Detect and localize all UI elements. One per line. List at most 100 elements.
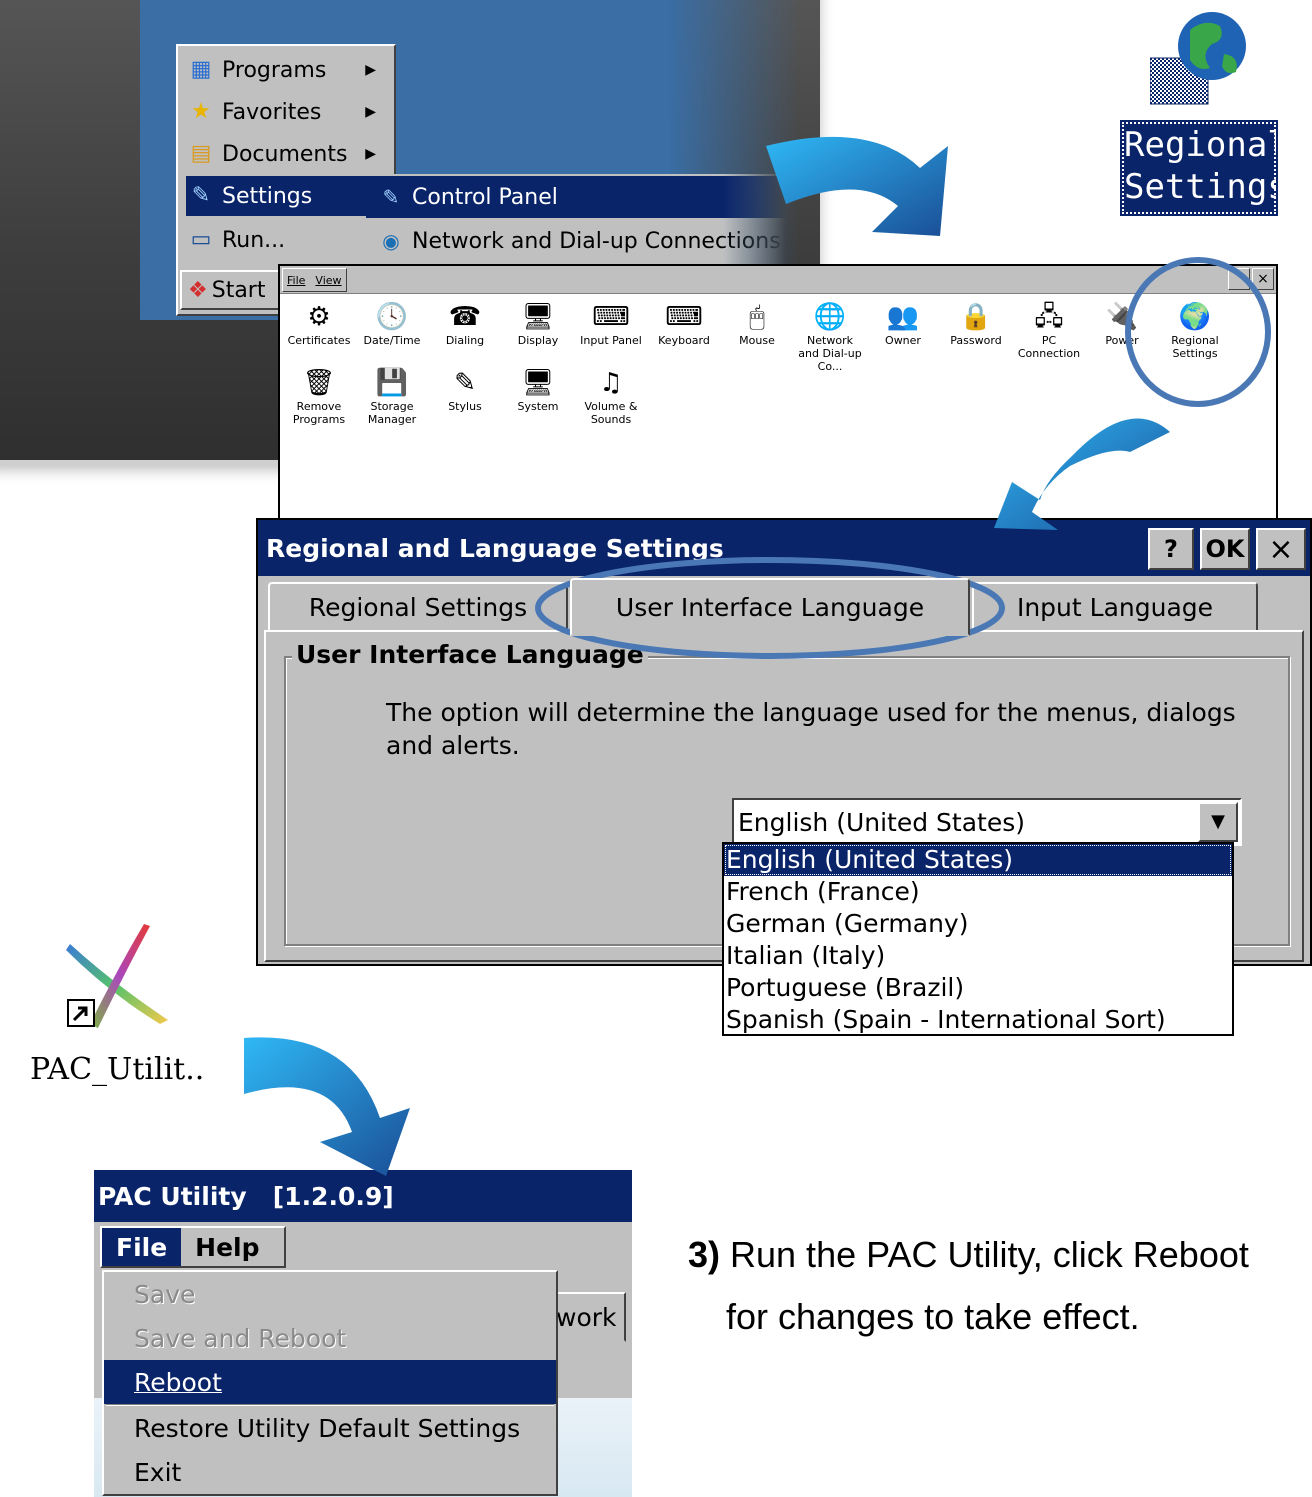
- control-panel-item-icon: 🔒: [959, 302, 993, 332]
- control-panel-item[interactable]: 🕓 Date/Time: [357, 300, 427, 347]
- control-panel-item-icon: ⌨: [592, 302, 630, 332]
- control-panel-item-label: PC Connection: [1017, 334, 1081, 360]
- menu-item-programs[interactable]: ▦ Programs ▶: [186, 50, 386, 90]
- control-panel-item[interactable]: ♫ Volume & Sounds: [576, 366, 646, 426]
- regional-settings-globe-icon[interactable]: [1149, 10, 1250, 110]
- pac-title: PAC Utility [1.2.0.9]: [98, 1181, 394, 1211]
- settings-submenu: ✎ Control Panel ◉ Network and Dial-up Co…: [366, 174, 786, 264]
- control-panel-item-label: Keyboard: [658, 334, 710, 347]
- pac-menubar: File Help: [100, 1226, 286, 1268]
- tab-regional-settings[interactable]: Regional Settings: [268, 582, 568, 632]
- dropdown-arrow-icon[interactable]: ▼: [1198, 802, 1238, 842]
- control-panel-item[interactable]: ⌨ Keyboard: [649, 300, 719, 347]
- control-panel-item-icon: 🖥: [521, 368, 555, 398]
- submenu-item-label: Network and Dial-up Connections: [412, 228, 781, 254]
- pac-utility-shortcut-icon[interactable]: [64, 924, 174, 1034]
- menu-file[interactable]: File: [287, 274, 305, 287]
- control-panel-item-icon: 🔌: [1105, 302, 1139, 332]
- control-panel-item[interactable]: 🖥 Display: [503, 300, 573, 347]
- language-option[interactable]: Spanish (Spain - International Sort): [724, 1004, 1232, 1036]
- menu-item-label: Run...: [222, 227, 286, 253]
- control-panel-item-label: Remove Programs: [292, 400, 346, 426]
- instruction-text: 3) Run the PAC Utility, click Reboot for…: [688, 1224, 1308, 1348]
- control-panel-item[interactable]: 🌐 Network and Dial-up Co...: [795, 300, 865, 373]
- control-panel-item-label: Storage Manager: [367, 400, 417, 426]
- control-panel-item[interactable]: ✎ Stylus: [430, 366, 500, 413]
- language-option[interactable]: Italian (Italy): [724, 940, 1232, 972]
- run-icon: ▭: [190, 227, 212, 252]
- control-panel-item-icon: 👥: [886, 302, 920, 332]
- documents-icon: ▤: [190, 141, 212, 166]
- ok-button[interactable]: OK: [1200, 528, 1250, 570]
- pac-titlebar: PAC Utility [1.2.0.9]: [94, 1170, 632, 1222]
- menu-item-favorites[interactable]: ★ Favorites ▶: [186, 92, 386, 132]
- control-panel-item[interactable]: ☎ Dialing: [430, 300, 500, 347]
- label-line-2: Settings: [1124, 167, 1288, 207]
- regional-settings-label[interactable]: Regional Settings: [1120, 120, 1288, 216]
- pac-shortcut-label[interactable]: PAC_Utilit..: [30, 1052, 240, 1087]
- control-panel-item[interactable]: 👥 Owner: [868, 300, 938, 347]
- menu-item-label: Favorites: [222, 99, 322, 125]
- menu-item-restore-defaults[interactable]: Restore Utility Default Settings: [104, 1406, 556, 1450]
- menu-view[interactable]: View: [315, 274, 341, 287]
- control-panel-item-label: Power: [1105, 334, 1139, 347]
- arrow-to-pac-window: [244, 1037, 410, 1176]
- submenu-item-network[interactable]: ◉ Network and Dial-up Connections: [366, 220, 786, 262]
- menu-item-settings[interactable]: ✎ Settings: [186, 176, 366, 216]
- control-panel-item-icon: 🌐: [813, 302, 847, 332]
- menu-item-reboot[interactable]: Reboot: [104, 1360, 556, 1404]
- tab-input-language[interactable]: Input Language: [972, 582, 1258, 632]
- start-button[interactable]: ❖ Start: [180, 270, 280, 310]
- control-panel-item[interactable]: 🖱 Mouse: [722, 300, 792, 347]
- menu-item-save-and-reboot: Save and Reboot: [134, 1323, 347, 1353]
- language-option[interactable]: German (Germany): [724, 908, 1232, 940]
- submenu-item-control-panel[interactable]: ✎ Control Panel: [366, 176, 786, 218]
- control-panel-item-icon: 💾: [375, 368, 409, 398]
- control-panel-item[interactable]: 🗑 Remove Programs: [284, 366, 354, 426]
- language-option[interactable]: Portuguese (Brazil): [724, 972, 1232, 1004]
- control-panel-item[interactable]: 🖥 System: [503, 366, 573, 413]
- control-panel-item[interactable]: 💾 Storage Manager: [357, 366, 427, 426]
- instruction-line-2: for changes to take effect.: [726, 1296, 1140, 1337]
- control-panel-menubar: File View ×: [280, 266, 1276, 294]
- control-panel-item-label: Date/Time: [363, 334, 421, 347]
- language-option[interactable]: French (France): [724, 876, 1232, 908]
- close-button[interactable]: ×: [1252, 268, 1274, 290]
- network-icon: ◉: [382, 229, 400, 253]
- menu-help[interactable]: Help: [181, 1228, 273, 1266]
- label-line-1: Regional: [1124, 125, 1288, 165]
- maximize-button[interactable]: [1228, 268, 1250, 290]
- control-panel-item-label: Mouse: [739, 334, 775, 347]
- control-panel-item-icon: 🖱: [749, 302, 765, 332]
- control-panel-item[interactable]: ⚙ Certificates: [284, 300, 354, 347]
- control-panel-item-label: Certificates: [287, 334, 351, 347]
- pac-utility-window: PAC Utility [1.2.0.9] File Help work Sav…: [94, 1170, 632, 1497]
- submenu-arrow-icon: ▶: [365, 62, 376, 78]
- favorites-star-icon: ★: [191, 99, 211, 124]
- help-button[interactable]: ?: [1148, 528, 1194, 570]
- control-panel-item-label: Volume & Sounds: [584, 400, 638, 426]
- menu-file[interactable]: File: [102, 1228, 182, 1266]
- control-panel-item-icon: ♫: [599, 368, 623, 398]
- instruction-line-1: Run the PAC Utility, click Reboot: [720, 1234, 1249, 1275]
- menu-item-label: Programs: [222, 57, 327, 83]
- control-panel-item[interactable]: 🔌 Power: [1087, 300, 1157, 347]
- menu-item-documents[interactable]: ▤ Documents ▶: [186, 134, 386, 174]
- menu-item-exit[interactable]: Exit: [104, 1450, 556, 1494]
- control-panel-item-icon: ✎: [454, 368, 476, 398]
- description-text: The option will determine the language u…: [386, 698, 1236, 760]
- language-select[interactable]: English (United States) ▼: [732, 798, 1242, 846]
- language-option[interactable]: English (United States): [724, 844, 1232, 876]
- control-panel-item[interactable]: 🌍 Regional Settings: [1160, 300, 1230, 360]
- control-panel-item-icon: ☎: [448, 302, 482, 332]
- step-number: 3): [688, 1234, 721, 1275]
- control-panel-item[interactable]: ⌨ Input Panel: [576, 300, 646, 347]
- control-panel-item[interactable]: 🔒 Password: [941, 300, 1011, 347]
- control-panel-item[interactable]: 🖧 PC Connection: [1014, 300, 1084, 360]
- close-button[interactable]: ×: [1256, 528, 1306, 570]
- menu-item-run[interactable]: ▭ Run...: [186, 220, 386, 260]
- control-panel-item-label: Regional Settings: [1171, 334, 1219, 360]
- tab-user-interface-language[interactable]: User Interface Language: [570, 578, 970, 636]
- dialog-title: Regional and Language Settings: [266, 533, 724, 563]
- selected-language: English (United States): [738, 807, 1026, 837]
